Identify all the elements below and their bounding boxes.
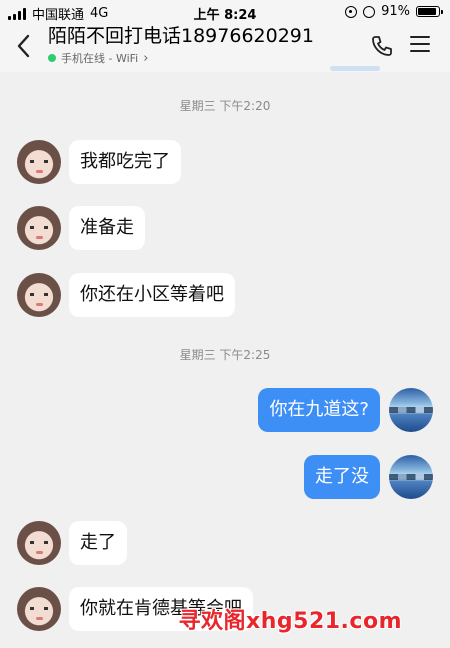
woman-avatar[interactable] bbox=[17, 206, 61, 250]
outgoing-message[interactable]: 走了没 bbox=[304, 455, 380, 499]
status-right: 91% bbox=[345, 4, 443, 19]
status-bar: 中国联通 4G 上午 8:24 91% bbox=[0, 0, 450, 24]
contact-name: 陌陌不回打电话18976620291 bbox=[48, 25, 314, 47]
message-time: 星期三 下午2:25 bbox=[179, 348, 271, 362]
watermark-text: 寻欢阁xhg521.com bbox=[178, 609, 402, 634]
battery-fill bbox=[418, 8, 437, 15]
alarm-icon bbox=[363, 5, 376, 18]
call-button[interactable] bbox=[370, 34, 394, 58]
message-time: 星期三 下午2:20 bbox=[179, 99, 271, 113]
online-status[interactable]: 手机在线 - WiFi › bbox=[48, 50, 314, 66]
woman-avatar[interactable] bbox=[17, 140, 61, 184]
chat-header: 陌陌不回打电话18976620291 手机在线 - WiFi › bbox=[0, 24, 450, 72]
title-area[interactable]: 陌陌不回打电话18976620291 手机在线 - WiFi › bbox=[48, 24, 314, 66]
incoming-message[interactable]: 准备走 bbox=[69, 206, 145, 250]
chevron-right-icon: › bbox=[143, 50, 149, 66]
woman-avatar[interactable] bbox=[17, 587, 61, 631]
phone-icon bbox=[372, 36, 392, 56]
incoming-message[interactable]: 走了 bbox=[69, 521, 127, 565]
lake-avatar[interactable] bbox=[389, 455, 433, 499]
woman-avatar[interactable] bbox=[17, 273, 61, 317]
outgoing-message[interactable]: 你在九道这? bbox=[258, 388, 380, 432]
incoming-message[interactable]: 我都吃完了 bbox=[69, 140, 181, 184]
battery-icon bbox=[416, 6, 443, 17]
chevron-left-icon bbox=[17, 34, 30, 58]
woman-avatar[interactable] bbox=[17, 521, 61, 565]
hamburger-icon bbox=[410, 36, 430, 52]
menu-button[interactable] bbox=[410, 36, 430, 56]
lake-avatar[interactable] bbox=[389, 388, 433, 432]
online-dot-icon bbox=[48, 54, 56, 62]
incoming-message[interactable]: 你还在小区等着吧 bbox=[69, 273, 235, 317]
online-status-text: 手机在线 - WiFi bbox=[61, 52, 139, 65]
previous-message-edge bbox=[330, 66, 380, 71]
battery-percent: 91% bbox=[381, 4, 410, 19]
orientation-lock-icon bbox=[345, 5, 358, 18]
back-button[interactable] bbox=[12, 32, 36, 60]
